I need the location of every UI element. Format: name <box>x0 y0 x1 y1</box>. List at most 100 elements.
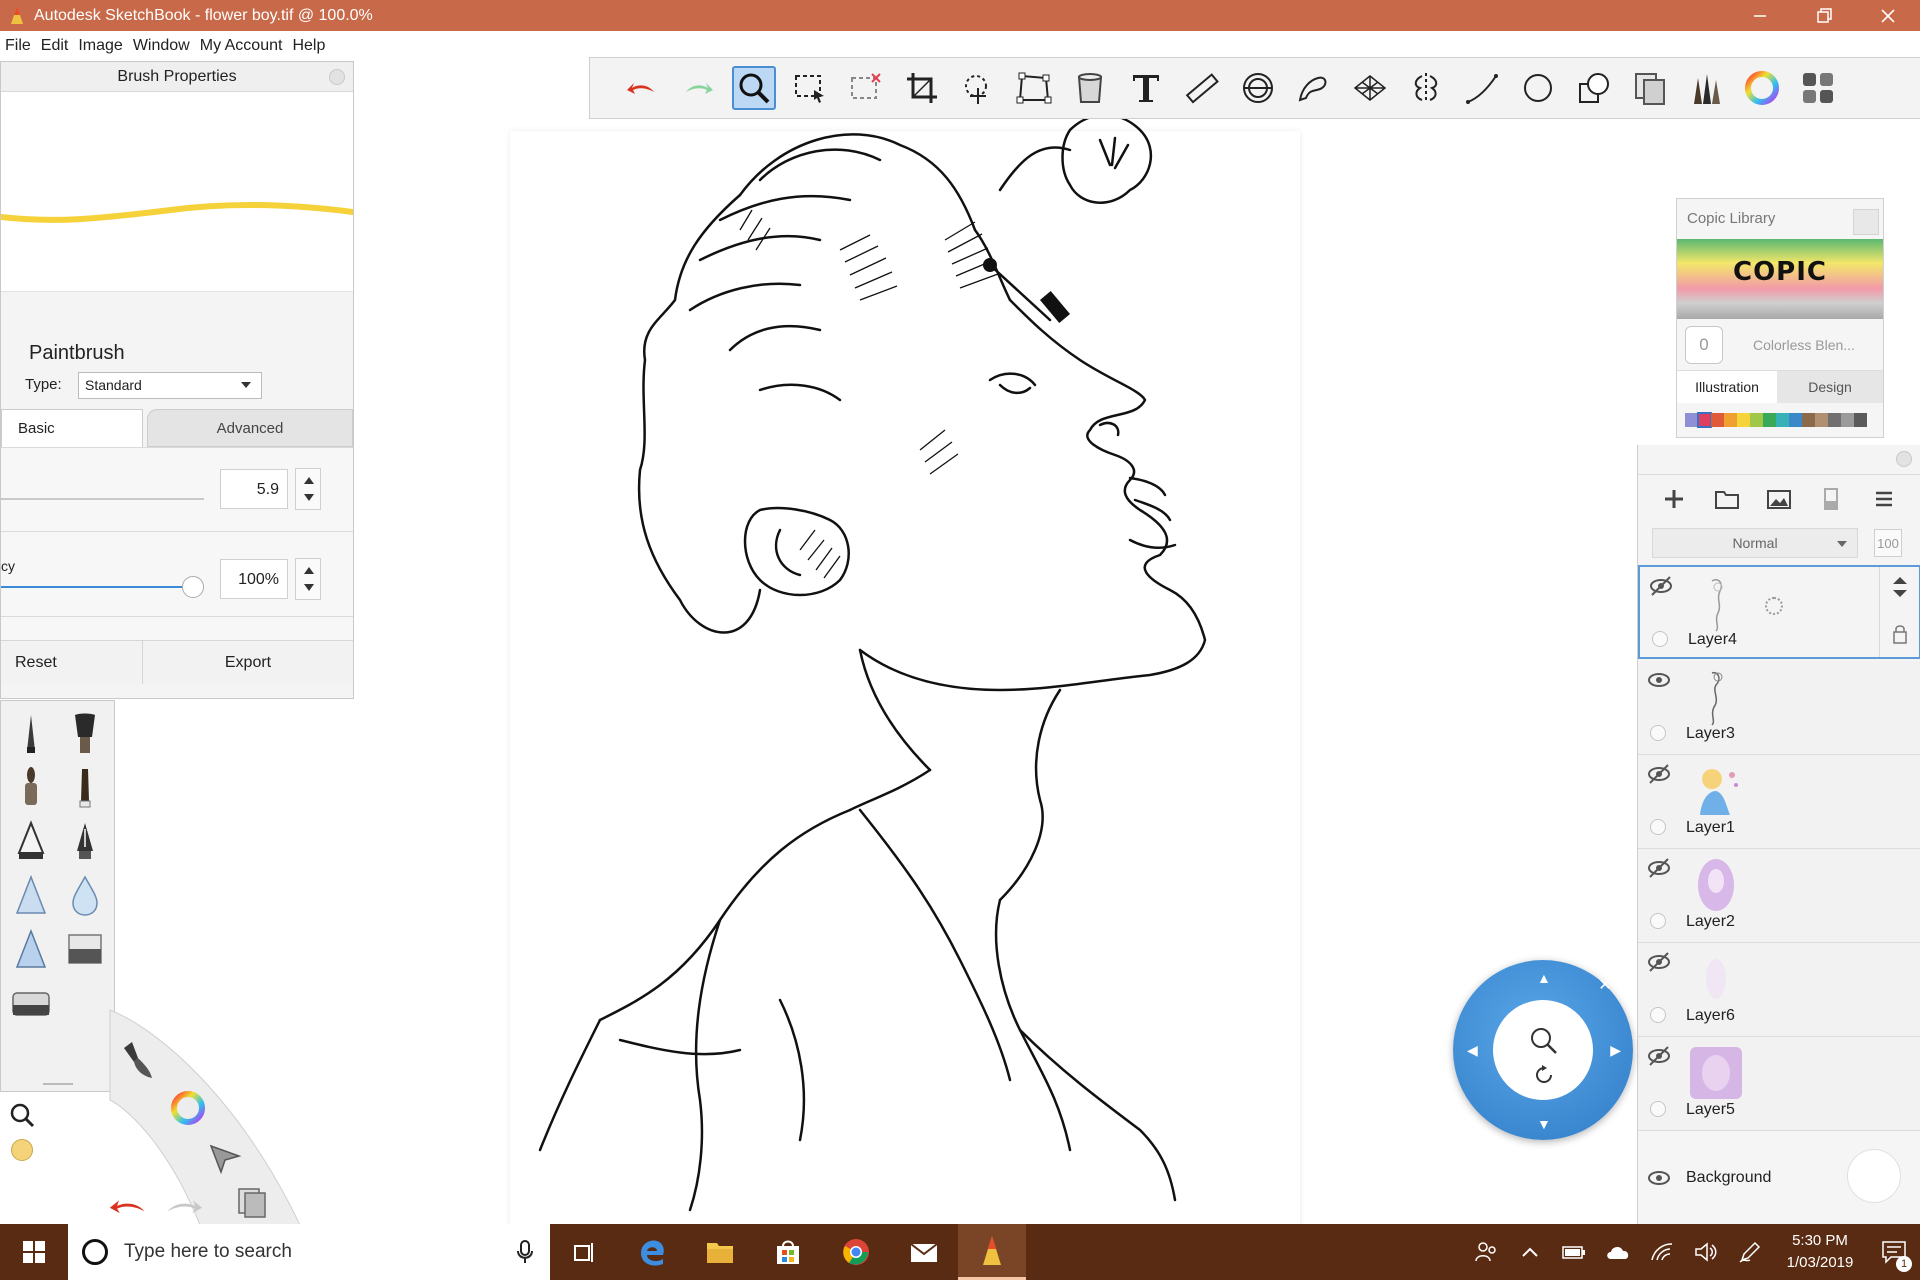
blend-mode-select[interactable]: Normal <box>1652 528 1858 558</box>
ellipse-tool-button[interactable] <box>1516 66 1560 110</box>
shape-tool-button[interactable] <box>1572 66 1616 110</box>
layer-row[interactable]: Layer5 <box>1638 1037 1920 1131</box>
panel-close-icon[interactable] <box>329 69 345 85</box>
lagoon-brush-button[interactable] <box>120 1040 160 1080</box>
layer-select-radio[interactable] <box>1652 631 1668 647</box>
taskbar-file-explorer[interactable] <box>686 1224 754 1280</box>
paintbrush-brush[interactable] <box>61 709 109 757</box>
battery-button[interactable] <box>1552 1224 1596 1280</box>
background-color-swatch[interactable] <box>1847 1149 1901 1203</box>
microphone-icon[interactable] <box>510 1240 540 1264</box>
copic-color-gradient[interactable]: COPIC <box>1677 239 1883 319</box>
layer-row[interactable]: Layer6 <box>1638 943 1920 1037</box>
size-value-field[interactable]: 5.9 <box>220 469 288 509</box>
lagoon-zoom-button[interactable] <box>2 1095 42 1135</box>
taskbar-store[interactable] <box>754 1224 822 1280</box>
reorder-arrows-icon[interactable] <box>1890 575 1910 599</box>
layer-row[interactable]: Layer1 <box>1638 755 1920 849</box>
deselect-tool-button[interactable] <box>844 66 888 110</box>
eye-hidden-icon[interactable] <box>1646 951 1672 973</box>
eye-visible-icon[interactable] <box>1646 1167 1672 1189</box>
brush-library-button[interactable] <box>1684 66 1728 110</box>
tab-advanced[interactable]: Advanced <box>147 409 353 447</box>
layer-select-radio[interactable] <box>1650 1101 1666 1117</box>
copic-swatch[interactable] <box>1711 413 1724 427</box>
start-button[interactable] <box>0 1224 68 1280</box>
minimize-button[interactable] <box>1728 0 1792 31</box>
chevron-right-icon[interactable]: ▶ <box>1610 1042 1621 1059</box>
layer-select-radio[interactable] <box>1650 913 1666 929</box>
ruler-tool-button[interactable] <box>1180 66 1224 110</box>
taskbar-sketchbook[interactable] <box>958 1224 1026 1280</box>
text-tool-button[interactable] <box>1124 66 1168 110</box>
layer-select-radio[interactable] <box>1650 1007 1666 1023</box>
background-layer-row[interactable]: Background <box>1638 1131 1920 1225</box>
panel-close-icon[interactable] <box>1853 209 1879 235</box>
chevron-up-icon[interactable]: ▲ <box>1537 970 1551 986</box>
copy-paste-button[interactable] <box>1628 66 1672 110</box>
symmetry-button[interactable] <box>1404 66 1448 110</box>
folder-icon[interactable] <box>1713 485 1741 513</box>
soft-eraser-brush[interactable] <box>61 925 109 973</box>
people-button[interactable] <box>1464 1224 1508 1280</box>
colorless-blender-row[interactable]: 0 Colorless Blen... <box>1677 319 1883 371</box>
wifi-button[interactable] <box>1640 1224 1684 1280</box>
taskbar-edge[interactable] <box>618 1224 686 1280</box>
copic-swatch[interactable] <box>1724 413 1737 427</box>
opacity-slider-knob[interactable] <box>182 576 204 598</box>
menu-window[interactable]: Window <box>128 37 195 55</box>
copic-swatch[interactable] <box>1750 413 1763 427</box>
ui-layout-button[interactable] <box>1796 66 1840 110</box>
french-curve-button[interactable] <box>1292 66 1336 110</box>
copic-swatch[interactable] <box>1828 413 1841 427</box>
eye-hidden-icon[interactable] <box>1646 763 1672 785</box>
redo-button[interactable] <box>676 66 720 110</box>
size-stepper[interactable] <box>295 468 321 510</box>
add-layer-icon[interactable] <box>1660 485 1688 513</box>
airbrush-brush[interactable] <box>7 763 55 811</box>
restore-button[interactable] <box>1792 0 1856 31</box>
close-icon[interactable]: ✕ <box>1595 976 1615 996</box>
eye-hidden-icon[interactable] <box>1648 575 1674 597</box>
copic-swatch[interactable] <box>1789 413 1802 427</box>
copic-swatch[interactable] <box>1763 413 1776 427</box>
taskbar-clock[interactable]: 5:30 PM 1/03/2019 <box>1772 1230 1868 1274</box>
hamburger-menu-icon[interactable] <box>1870 485 1898 513</box>
menu-my-account[interactable]: My Account <box>195 37 288 55</box>
reset-button[interactable]: Reset <box>1 641 143 684</box>
undo-button[interactable] <box>620 66 664 110</box>
perspective-guide-button[interactable] <box>1348 66 1392 110</box>
layer-opacity-field[interactable]: 100 <box>1874 529 1902 557</box>
chevron-left-icon[interactable]: ◀ <box>1467 1042 1478 1059</box>
copic-swatch[interactable] <box>1815 413 1828 427</box>
merge-layer-icon[interactable] <box>1817 485 1845 513</box>
brush-type-select[interactable]: Standard <box>78 372 262 399</box>
layer-select-radio[interactable] <box>1650 725 1666 741</box>
distort-tool-button[interactable] <box>1012 66 1056 110</box>
tab-design[interactable]: Design <box>1777 371 1883 403</box>
taskbar-mail[interactable] <box>890 1224 958 1280</box>
copic-swatch[interactable] <box>1737 413 1750 427</box>
puck-center[interactable] <box>1493 1000 1593 1100</box>
lagoon-select-button[interactable] <box>205 1138 245 1178</box>
export-button[interactable]: Export <box>143 641 353 684</box>
pen-workspace-button[interactable] <box>1728 1224 1772 1280</box>
copic-swatch[interactable] <box>1802 413 1815 427</box>
eye-hidden-icon[interactable] <box>1646 1045 1672 1067</box>
lagoon-redo-button[interactable] <box>164 1185 204 1225</box>
taskbar-search-box[interactable]: Type here to search <box>68 1224 550 1280</box>
ellipse-guide-button[interactable] <box>1236 66 1280 110</box>
menu-file[interactable]: File <box>0 37 36 55</box>
panel-close-icon[interactable] <box>1896 451 1912 467</box>
volume-button[interactable] <box>1684 1224 1728 1280</box>
menu-image[interactable]: Image <box>73 37 127 55</box>
selection-tool-button[interactable] <box>788 66 832 110</box>
action-center-button[interactable]: 1 <box>1868 1224 1920 1280</box>
copic-swatch[interactable] <box>1697 412 1712 428</box>
close-button[interactable] <box>1856 0 1920 31</box>
taskbar-chrome[interactable] <box>822 1224 890 1280</box>
fill-tool-button[interactable] <box>1068 66 1112 110</box>
line-tool-button[interactable] <box>1460 66 1504 110</box>
add-image-icon[interactable] <box>1765 485 1793 513</box>
marker-brush[interactable] <box>61 763 109 811</box>
